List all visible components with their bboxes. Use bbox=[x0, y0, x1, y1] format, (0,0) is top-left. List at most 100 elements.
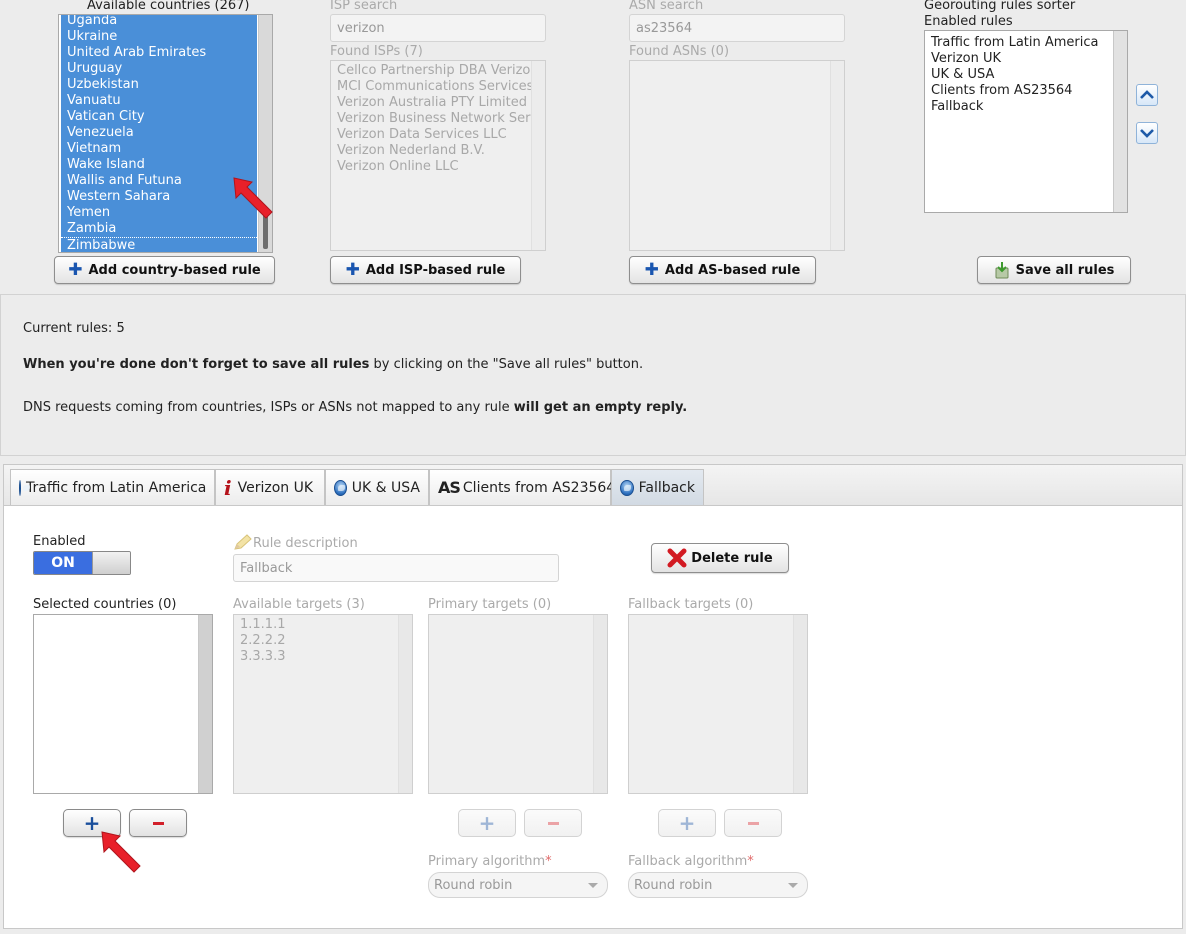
asn-search-input[interactable]: as23564 bbox=[629, 14, 845, 42]
tab-traffic-from-latin-america[interactable]: Traffic from Latin America bbox=[10, 469, 215, 505]
tab-clients-from-as23564[interactable]: AS Clients from AS23564 bbox=[429, 469, 615, 505]
list-item[interactable]: UK & USA bbox=[925, 67, 1113, 83]
list-item[interactable]: Vietnam bbox=[61, 141, 257, 157]
list-item[interactable]: Verizon Online LLC bbox=[331, 159, 531, 175]
fallback-targets-scrollbar[interactable] bbox=[793, 615, 807, 793]
list-item[interactable]: Zambia bbox=[61, 221, 257, 237]
list-item[interactable]: Uruguay bbox=[61, 61, 257, 77]
add-as-rule-button[interactable]: ✚ Add AS-based rule bbox=[629, 256, 816, 284]
list-item[interactable]: Ukraine bbox=[61, 29, 257, 45]
list-item[interactable]: Wallis and Futuna bbox=[61, 173, 257, 189]
minus-icon bbox=[547, 821, 559, 825]
tab-label: Verizon UK bbox=[237, 479, 314, 496]
isp-search-input[interactable]: verizon bbox=[330, 14, 546, 42]
fallback-algorithm-text: Fallback algorithm bbox=[628, 854, 748, 869]
primary-algorithm-label: Primary algorithm* bbox=[428, 854, 552, 869]
isp-search-label: ISP search bbox=[330, 0, 398, 13]
list-item[interactable]: Verizon Business Network Serv bbox=[331, 111, 531, 127]
globe-icon bbox=[334, 479, 347, 496]
list-item[interactable]: Cellco Partnership DBA Verizon bbox=[331, 63, 531, 79]
toggle-on-label: ON bbox=[34, 552, 92, 574]
fallback-targets-list[interactable] bbox=[628, 614, 808, 794]
plus-icon: ✚ bbox=[345, 259, 360, 280]
list-item[interactable]: Vanuatu bbox=[61, 93, 257, 109]
list-item[interactable]: MCI Communications Services, bbox=[331, 79, 531, 95]
list-item[interactable]: Verizon UK bbox=[925, 51, 1113, 67]
fallback-algorithm-label: Fallback algorithm* bbox=[628, 854, 754, 869]
asns-scrollbar[interactable] bbox=[830, 61, 844, 250]
globe-icon bbox=[620, 479, 634, 496]
list-item[interactable]: 3.3.3.3 bbox=[234, 649, 398, 665]
as-icon: AS bbox=[438, 478, 461, 497]
asn-search-label: ASN search bbox=[629, 0, 704, 13]
save-all-rules-button[interactable]: Save all rules bbox=[977, 256, 1131, 284]
list-item[interactable]: Vatican City bbox=[61, 109, 257, 125]
selected-countries-label: Selected countries (0) bbox=[33, 597, 177, 612]
delete-rule-button[interactable]: Delete rule bbox=[651, 543, 789, 573]
list-item[interactable]: 2.2.2.2 bbox=[234, 633, 398, 649]
rule-description-input[interactable]: Fallback bbox=[233, 554, 559, 582]
chevron-down-icon bbox=[1140, 129, 1154, 138]
enabled-rules-list[interactable]: Traffic from Latin America Verizon UK UK &… bbox=[924, 30, 1128, 213]
primary-targets-scrollbar[interactable] bbox=[593, 615, 607, 793]
list-item[interactable]: Verizon Data Services LLC bbox=[331, 127, 531, 143]
rules-scrollbar[interactable] bbox=[1113, 31, 1127, 212]
selected-countries-scrollbar[interactable] bbox=[198, 615, 212, 793]
list-item[interactable]: Venezuela bbox=[61, 125, 257, 141]
save-reminder-bold: When you're done don't forget to save al… bbox=[23, 357, 370, 372]
toggle-knob bbox=[92, 552, 130, 574]
primary-algorithm-value: Round robin bbox=[434, 877, 513, 893]
primary-algorithm-select[interactable]: Round robin bbox=[428, 872, 608, 898]
list-item[interactable]: Traffic from Latin America bbox=[925, 35, 1113, 51]
found-asns-list[interactable] bbox=[629, 60, 845, 251]
tab-label: UK & USA bbox=[351, 479, 420, 496]
save-reminder-rest: by clicking on the "Save all rules" butt… bbox=[369, 357, 644, 372]
list-item[interactable]: United Arab Emirates bbox=[61, 45, 257, 61]
primary-targets-list[interactable] bbox=[428, 614, 608, 794]
available-targets-scrollbar[interactable] bbox=[398, 615, 412, 793]
list-item[interactable]: Clients from AS23564 bbox=[925, 83, 1113, 99]
info-panel: Current rules: 5 When you're done don't … bbox=[0, 294, 1186, 456]
info-icon: i bbox=[224, 475, 232, 500]
add-fallback-target-button[interactable]: + bbox=[658, 809, 716, 837]
move-down-button[interactable] bbox=[1136, 122, 1158, 144]
list-item[interactable]: Western Sahara bbox=[61, 189, 257, 205]
tab-verizon-uk[interactable]: i Verizon UK bbox=[215, 469, 325, 505]
tab-uk-usa[interactable]: UK & USA bbox=[325, 469, 429, 505]
dns-note-text: DNS requests coming from countries, ISPs… bbox=[23, 400, 514, 415]
fallback-targets-label: Fallback targets (0) bbox=[628, 597, 754, 612]
tab-fallback[interactable]: Fallback bbox=[611, 469, 704, 505]
add-as-rule-label: Add AS-based rule bbox=[664, 262, 801, 278]
available-targets-list[interactable]: 1.1.1.1 2.2.2.2 3.3.3.3 bbox=[233, 614, 413, 794]
list-item[interactable]: Yemen bbox=[61, 205, 257, 221]
move-up-button[interactable] bbox=[1136, 84, 1158, 106]
list-item[interactable]: Uzbekistan bbox=[61, 77, 257, 93]
isps-scrollbar[interactable] bbox=[531, 61, 545, 250]
add-isp-rule-button[interactable]: ✚ Add ISP-based rule bbox=[330, 256, 521, 284]
list-item[interactable]: Zimbabwe bbox=[61, 237, 257, 252]
enabled-toggle[interactable]: ON bbox=[33, 551, 131, 575]
remove-fallback-target-button[interactable] bbox=[724, 809, 782, 837]
selected-countries-list[interactable] bbox=[33, 614, 213, 794]
list-item[interactable]: Uganda bbox=[61, 15, 257, 29]
add-country-rule-button[interactable]: ✚ Add country-based rule bbox=[54, 256, 275, 284]
remove-primary-target-button[interactable] bbox=[524, 809, 582, 837]
primary-targets-label: Primary targets (0) bbox=[428, 597, 552, 612]
list-item[interactable]: Verizon Australia PTY Limited bbox=[331, 95, 531, 111]
add-primary-target-button[interactable]: + bbox=[458, 809, 516, 837]
minus-icon bbox=[747, 821, 759, 825]
pointer-arrow-icon bbox=[101, 831, 141, 873]
list-item[interactable]: 1.1.1.1 bbox=[234, 617, 398, 633]
list-item[interactable]: Wake Island bbox=[61, 157, 257, 173]
available-countries-label: Available countries (267) bbox=[87, 0, 250, 13]
save-all-rules-label: Save all rules bbox=[1015, 262, 1115, 278]
globe-icon bbox=[19, 479, 30, 496]
found-isps-list[interactable]: Cellco Partnership DBA Verizon MCI Commun… bbox=[330, 60, 546, 251]
save-icon bbox=[995, 262, 1009, 279]
list-item[interactable]: Fallback bbox=[925, 99, 1113, 115]
list-item[interactable]: Verizon Nederland B.V. bbox=[331, 143, 531, 159]
plus-icon: ✚ bbox=[644, 259, 659, 280]
fallback-algorithm-select[interactable]: Round robin bbox=[628, 872, 808, 898]
rule-description-text: Rule description bbox=[253, 535, 358, 551]
dns-note-bold: will get an empty reply. bbox=[513, 400, 688, 415]
